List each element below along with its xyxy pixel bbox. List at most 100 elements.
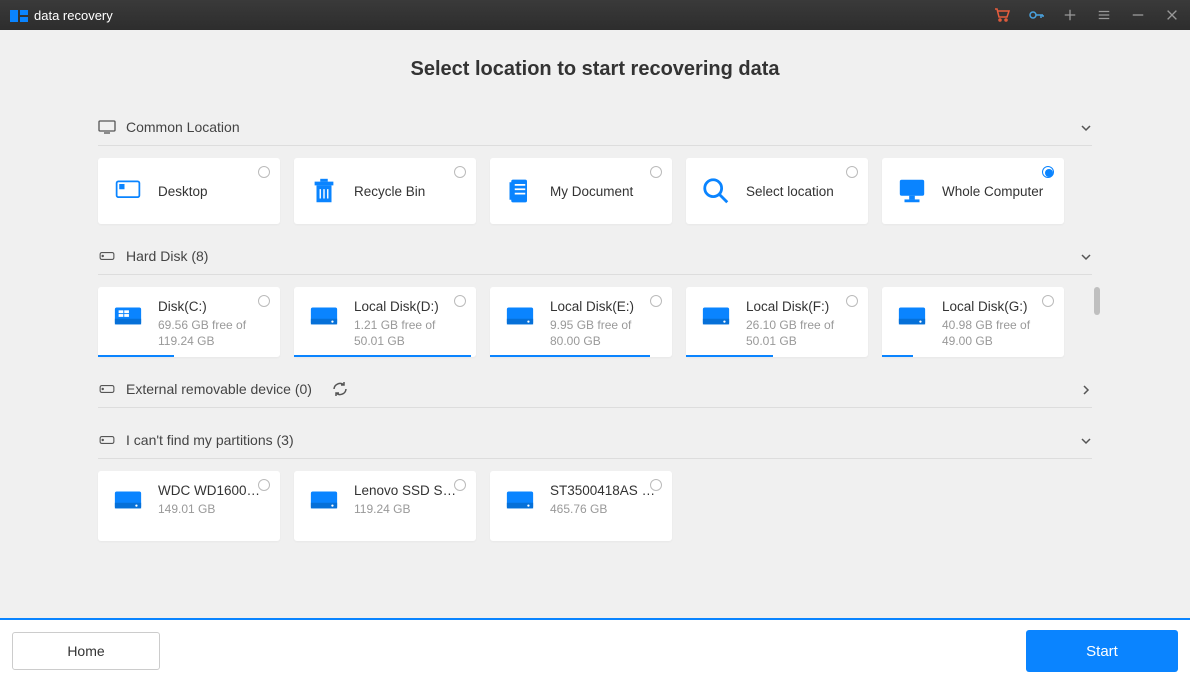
card-label: Whole Computer [942, 184, 1050, 199]
monitor-icon [98, 120, 116, 134]
key-icon[interactable] [1028, 7, 1044, 23]
disk-g[interactable]: Local Disk(G:) 40.98 GB free of 49.00 GB [882, 287, 1064, 357]
computer-icon [896, 175, 928, 207]
disk-d[interactable]: Local Disk(D:) 1.21 GB free of 50.01 GB [294, 287, 476, 357]
page-title: Select location to start recovering data [0, 58, 1190, 81]
menu-icon[interactable] [1096, 7, 1112, 23]
location-desktop[interactable]: Desktop [98, 158, 280, 224]
section-external-header[interactable]: External removable device (0) [98, 371, 1092, 408]
desktop-icon [112, 175, 144, 207]
section-hard-disk-header[interactable]: Hard Disk (8) [98, 238, 1092, 275]
card-sub: 9.95 GB free of 80.00 GB [550, 318, 658, 349]
drive-icon [504, 299, 536, 331]
location-select-location[interactable]: Select location [686, 158, 868, 224]
main-panel: Select location to start recovering data… [0, 30, 1190, 618]
radio[interactable] [258, 479, 270, 491]
titlebar: data recovery [0, 0, 1190, 30]
card-label: Select location [746, 184, 854, 199]
document-icon [504, 175, 536, 207]
radio[interactable] [454, 479, 466, 491]
radio[interactable] [454, 166, 466, 178]
hard-disk-row: Disk(C:) 69.56 GB free of 119.24 GB Loca… [98, 287, 1092, 357]
start-button-label: Start [1086, 643, 1118, 660]
drive-icon [700, 299, 732, 331]
location-recycle-bin[interactable]: Recycle Bin [294, 158, 476, 224]
usage-bar [686, 355, 773, 357]
lost-partitions-row: WDC WD1600A… 149.01 GB Lenovo SSD SL… 11… [98, 471, 1092, 541]
disk-e[interactable]: Local Disk(E:) 9.95 GB free of 80.00 GB [490, 287, 672, 357]
radio[interactable] [650, 479, 662, 491]
windows-drive-icon [112, 299, 144, 331]
lost-partition-wdc[interactable]: WDC WD1600A… 149.01 GB [98, 471, 280, 541]
close-icon[interactable] [1164, 7, 1180, 23]
section-common-label: Common Location [126, 119, 240, 135]
radio[interactable] [454, 295, 466, 307]
disk-icon [98, 249, 116, 263]
card-label: Local Disk(G:) [942, 299, 1050, 314]
drive-icon [504, 483, 536, 515]
start-button[interactable]: Start [1026, 630, 1178, 672]
location-my-document[interactable]: My Document [490, 158, 672, 224]
drive-icon [308, 299, 340, 331]
common-location-row: Desktop Recycle Bin My Document [98, 158, 1092, 224]
section-hard-disk-label: Hard Disk (8) [126, 248, 208, 264]
card-label: Local Disk(F:) [746, 299, 854, 314]
card-sub: 119.24 GB [354, 502, 462, 518]
cart-icon[interactable] [994, 7, 1010, 23]
card-label: Local Disk(E:) [550, 299, 658, 314]
radio[interactable] [1042, 295, 1054, 307]
radio[interactable] [650, 166, 662, 178]
radio[interactable] [1042, 166, 1054, 178]
usage-bar [294, 355, 471, 357]
section-lost-header[interactable]: I can't find my partitions (3) [98, 422, 1092, 459]
lost-partition-st35[interactable]: ST3500418AS … 465.76 GB [490, 471, 672, 541]
usage-bar [882, 355, 913, 357]
refresh-icon[interactable] [332, 381, 348, 397]
card-sub: 69.56 GB free of 119.24 GB [158, 318, 266, 349]
card-sub: 1.21 GB free of 50.01 GB [354, 318, 462, 349]
app-logo-icon [10, 9, 28, 21]
drive-icon [896, 299, 928, 331]
card-label: Lenovo SSD SL… [354, 483, 462, 498]
drive-icon [308, 483, 340, 515]
card-sub: 465.76 GB [550, 502, 658, 518]
lost-partition-lenovo[interactable]: Lenovo SSD SL… 119.24 GB [294, 471, 476, 541]
card-label: Desktop [158, 184, 266, 199]
home-button-label: Home [67, 643, 104, 659]
card-label: WDC WD1600A… [158, 483, 266, 498]
app-title: data recovery [34, 8, 113, 23]
radio[interactable] [650, 295, 662, 307]
window-controls [994, 7, 1180, 23]
card-sub: 149.01 GB [158, 502, 266, 518]
radio[interactable] [846, 295, 858, 307]
usage-bar [490, 355, 650, 357]
radio[interactable] [258, 166, 270, 178]
section-common-header[interactable]: Common Location [98, 109, 1092, 146]
chevron-down-icon[interactable] [1080, 250, 1092, 262]
disk-f[interactable]: Local Disk(F:) 26.10 GB free of 50.01 GB [686, 287, 868, 357]
chevron-down-icon[interactable] [1080, 121, 1092, 133]
chevron-right-icon[interactable] [1080, 383, 1092, 395]
card-sub: 26.10 GB free of 50.01 GB [746, 318, 854, 349]
card-sub: 40.98 GB free of 49.00 GB [942, 318, 1050, 349]
search-icon [700, 175, 732, 207]
card-label: Disk(C:) [158, 299, 266, 314]
card-label: Local Disk(D:) [354, 299, 462, 314]
home-button[interactable]: Home [12, 632, 160, 670]
scrollbar-thumb[interactable] [1094, 287, 1100, 315]
drive-icon [112, 483, 144, 515]
usage-bar [98, 355, 174, 357]
radio[interactable] [258, 295, 270, 307]
plus-icon[interactable] [1062, 7, 1078, 23]
chevron-down-icon[interactable] [1080, 434, 1092, 446]
trash-icon [308, 175, 340, 207]
card-label: My Document [550, 184, 658, 199]
location-whole-computer[interactable]: Whole Computer [882, 158, 1064, 224]
section-external-label: External removable device (0) [126, 381, 312, 397]
disk-c[interactable]: Disk(C:) 69.56 GB free of 119.24 GB [98, 287, 280, 357]
card-label: Recycle Bin [354, 184, 462, 199]
section-lost-label: I can't find my partitions (3) [126, 432, 294, 448]
disk-icon [98, 433, 116, 447]
radio[interactable] [846, 166, 858, 178]
minimize-icon[interactable] [1130, 7, 1146, 23]
